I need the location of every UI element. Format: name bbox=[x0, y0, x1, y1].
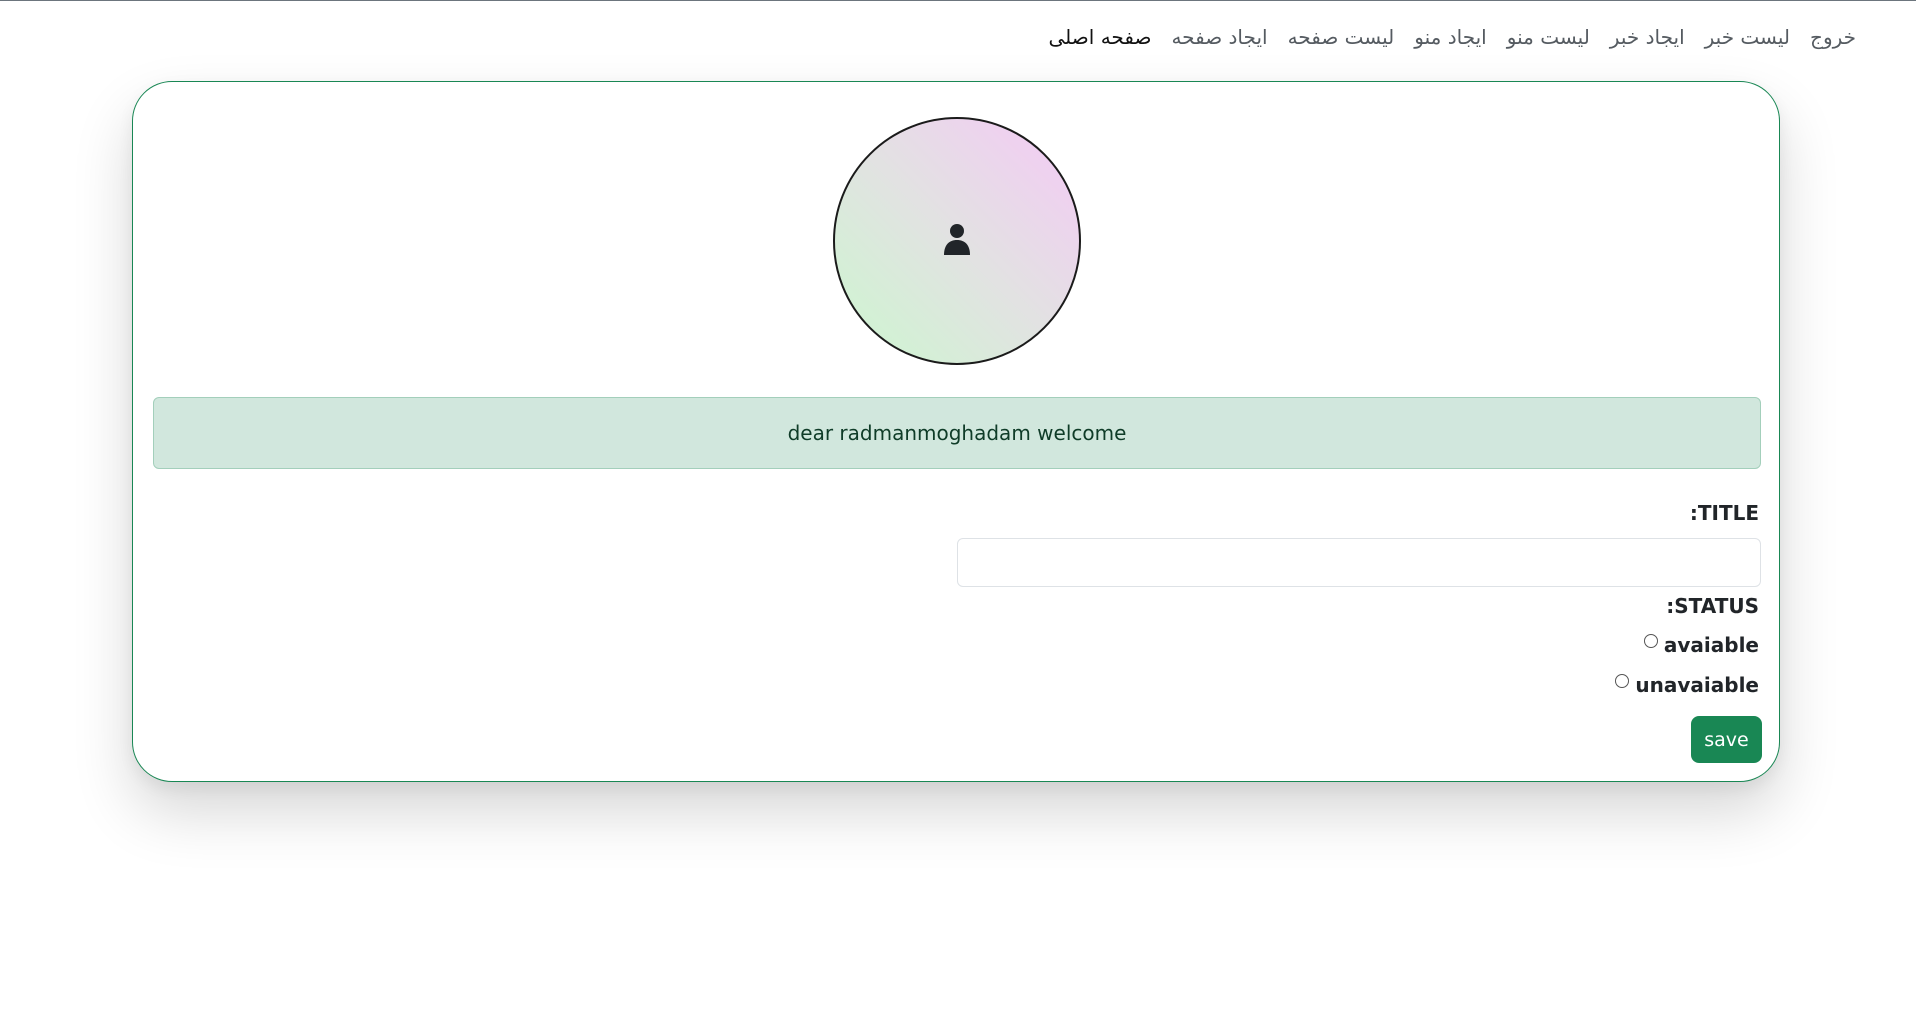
nav-item-menu-list[interactable]: لیست منو bbox=[1507, 22, 1590, 52]
avatar bbox=[833, 117, 1081, 365]
title-input[interactable] bbox=[957, 538, 1761, 587]
status-label: :STATUS bbox=[1666, 594, 1759, 618]
status-option-available[interactable]: avaiable bbox=[1643, 633, 1759, 657]
nav-item-logout[interactable]: خروج bbox=[1810, 22, 1856, 52]
nav-item-page-list[interactable]: لیست صفحه bbox=[1288, 22, 1395, 52]
radio-available[interactable] bbox=[1643, 634, 1658, 648]
radio-unavailable[interactable] bbox=[1615, 674, 1630, 688]
main-nav: صفحه اصلی ایجاد صفحه لیست صفحه ایجاد منو… bbox=[1049, 22, 1856, 52]
nav-item-create-news[interactable]: ایجاد خبر bbox=[1610, 22, 1685, 52]
top-border bbox=[0, 0, 1916, 1]
save-button[interactable]: save bbox=[1691, 716, 1762, 763]
nav-item-news-list[interactable]: لیست خبر bbox=[1705, 22, 1790, 52]
radio-available-label: avaiable bbox=[1663, 633, 1759, 657]
nav-item-create-page[interactable]: ایجاد صفحه bbox=[1171, 22, 1267, 52]
nav-item-create-menu[interactable]: ایجاد منو bbox=[1414, 22, 1486, 52]
nav-item-home[interactable]: صفحه اصلی bbox=[1049, 22, 1152, 52]
user-icon bbox=[943, 223, 971, 259]
title-label: :TITLE bbox=[1689, 501, 1759, 525]
main-card: dear radmanmoghadam welcome :TITLE :STAT… bbox=[132, 81, 1780, 782]
welcome-alert: dear radmanmoghadam welcome bbox=[153, 397, 1761, 469]
radio-unavailable-label: unavaiable bbox=[1635, 673, 1759, 697]
status-option-unavailable[interactable]: unavaiable bbox=[1615, 673, 1759, 697]
welcome-text: dear radmanmoghadam welcome bbox=[787, 421, 1127, 445]
